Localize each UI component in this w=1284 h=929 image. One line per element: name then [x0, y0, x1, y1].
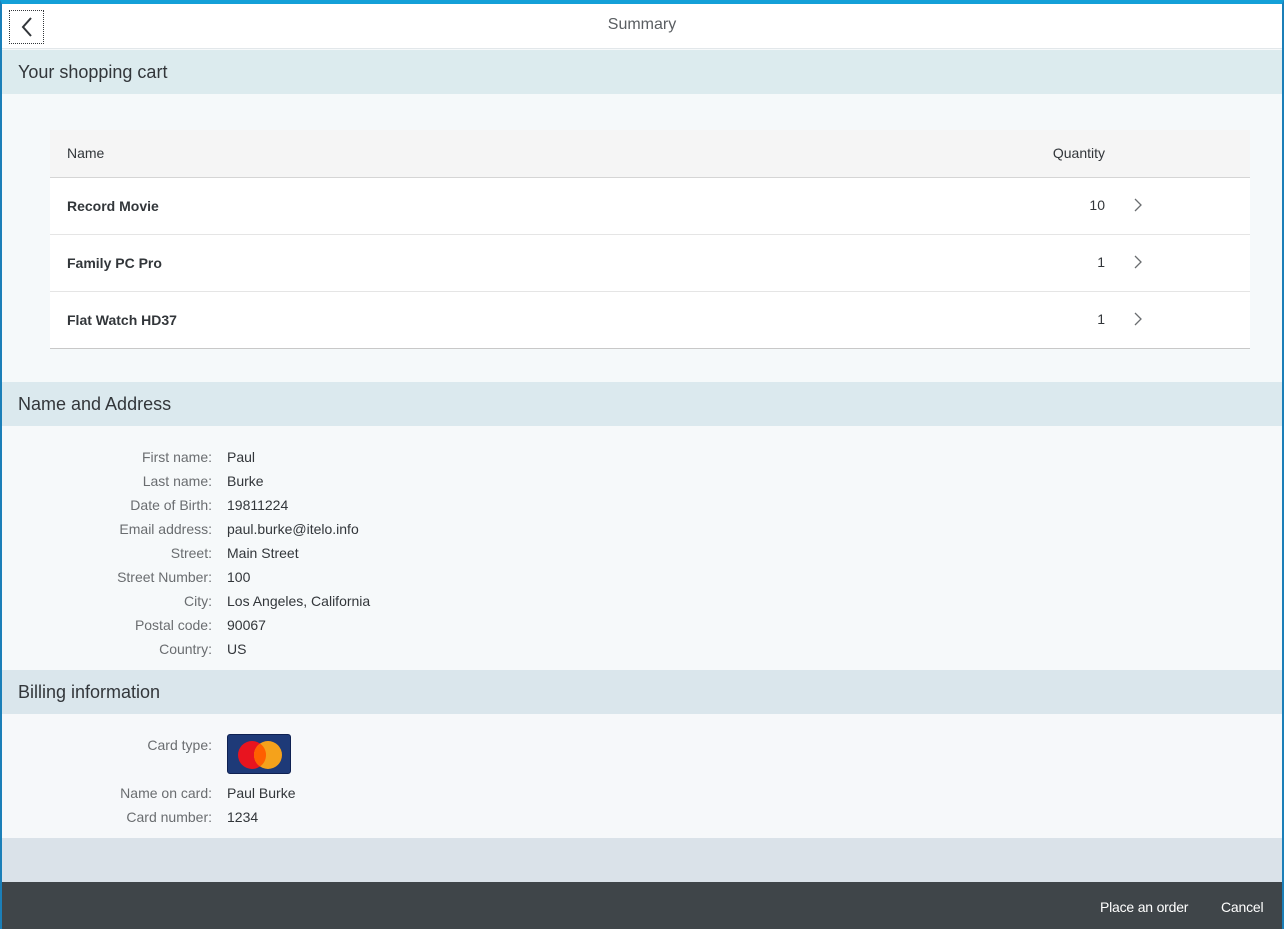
billing-section-header: Billing information [2, 670, 1282, 714]
place-order-button[interactable]: Place an order [1100, 899, 1188, 915]
billing-section: Card type: Name on card: Paul Burke Card… [2, 714, 1282, 838]
form-value: 1234 [227, 809, 259, 825]
form-value: US [227, 641, 247, 657]
content-spacer [2, 838, 1282, 882]
footer-toolbar: Place an order Cancel [2, 882, 1282, 929]
form-label: Date of Birth: [130, 497, 212, 513]
cart-item-name: Record Movie [67, 198, 159, 214]
table-row[interactable]: Flat Watch HD37 1 [50, 292, 1250, 349]
address-section: First name: Paul Last name: Burke Date o… [2, 426, 1282, 670]
form-label: First name: [141, 449, 212, 465]
chevron-right-icon [1134, 198, 1142, 212]
form-row-first-name: First name: Paul [2, 449, 602, 471]
form-value: 90067 [227, 617, 266, 633]
form-row-country: Country: US [2, 641, 602, 663]
cart-table: Name Quantity Record Movie 10 Family PC … [50, 130, 1250, 349]
column-header-quantity: Quantity [1052, 145, 1105, 161]
form-label: Card type: [147, 737, 212, 753]
form-row-last-name: Last name: Burke [2, 473, 602, 495]
form-row-email: Email address: paul.burke@itelo.info [2, 521, 602, 543]
cart-section-header: Your shopping cart [2, 50, 1282, 94]
form-row-street: Street: Main Street [2, 545, 602, 567]
mastercard-icon [238, 741, 282, 769]
app-window: Summary Your shopping cart Name Quantity… [0, 0, 1284, 929]
form-label: Email address: [119, 521, 212, 537]
form-row-name-on-card: Name on card: Paul Burke [2, 785, 602, 807]
form-value: Burke [227, 473, 264, 489]
address-section-title: Name and Address [18, 393, 172, 414]
page-title: Summary [607, 16, 677, 33]
cart-item-quantity: 1 [1097, 311, 1105, 327]
form-value: Paul [227, 449, 256, 465]
form-value: 100 [227, 569, 251, 585]
cart-item-name: Flat Watch HD37 [67, 312, 177, 328]
chevron-right-icon [1134, 312, 1142, 326]
form-value: Main Street [227, 545, 299, 561]
cart-item-quantity: 10 [1089, 197, 1105, 213]
form-row-date-of-birth: Date of Birth: 19811224 [2, 497, 602, 519]
column-header-name: Name [67, 145, 105, 161]
form-label: Street Number: [117, 569, 212, 585]
form-row-city: City: Los Angeles, California [2, 593, 602, 615]
form-row-card-number: Card number: 1234 [2, 809, 602, 831]
address-section-header: Name and Address [2, 382, 1282, 426]
form-label: Street: [170, 545, 212, 561]
billing-section-title: Billing information [18, 681, 161, 702]
form-label: Last name: [142, 473, 212, 489]
form-value: Paul Burke [227, 785, 296, 801]
cart-section: Name Quantity Record Movie 10 Family PC … [2, 94, 1282, 382]
chevron-right-icon [1134, 255, 1142, 269]
form-row-postal-code: Postal code: 90067 [2, 617, 602, 639]
form-value: Los Angeles, California [227, 593, 371, 609]
form-value: paul.burke@itelo.info [227, 521, 359, 537]
form-row-card-type: Card type: [2, 737, 602, 759]
cart-section-title: Your shopping cart [18, 61, 168, 82]
form-label: Country: [159, 641, 212, 657]
cart-table-header: Name Quantity [50, 130, 1250, 178]
form-label: Name on card: [120, 785, 212, 801]
page-header: Summary [2, 4, 1282, 49]
form-value: 19811224 [227, 497, 289, 513]
mastercard-logo [227, 734, 291, 774]
form-label: Card number: [126, 809, 212, 825]
cart-item-quantity: 1 [1097, 254, 1105, 270]
cancel-button[interactable]: Cancel [1221, 899, 1264, 915]
form-label: City: [184, 593, 212, 609]
table-row[interactable]: Family PC Pro 1 [50, 235, 1250, 292]
cart-item-name: Family PC Pro [67, 255, 162, 271]
form-label: Postal code: [134, 617, 212, 633]
table-row[interactable]: Record Movie 10 [50, 178, 1250, 235]
form-row-street-number: Street Number: 100 [2, 569, 602, 591]
